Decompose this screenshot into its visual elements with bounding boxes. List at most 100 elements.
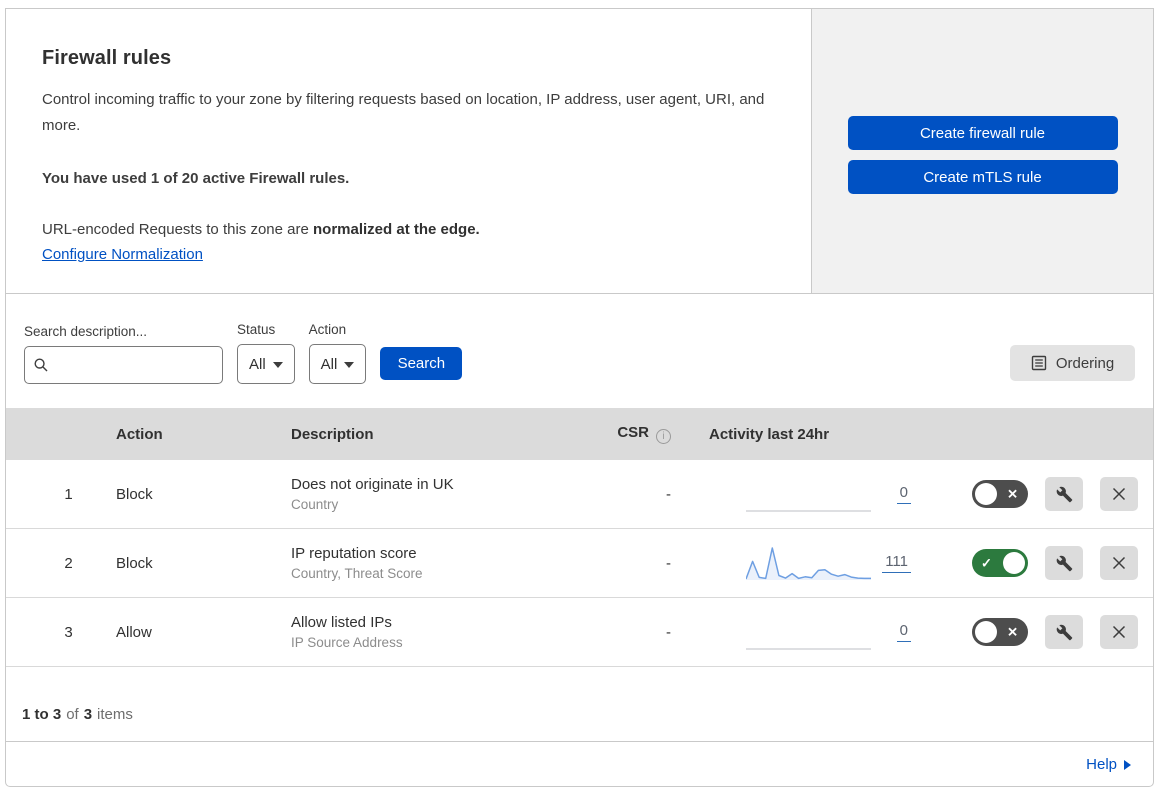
usage-summary: You have used 1 of 20 active Firewall ru…	[42, 170, 350, 187]
rule-activity-cell: 0	[671, 475, 911, 513]
rule-action: Block	[116, 554, 153, 572]
wrench-icon	[1056, 624, 1072, 640]
ordering-button[interactable]: Ordering	[1010, 345, 1135, 381]
csr-header-label: CSR	[617, 424, 649, 441]
info-icon[interactable]: i	[656, 429, 671, 444]
close-icon	[1112, 625, 1126, 639]
rule-controls: ✓ ✕	[911, 546, 1153, 580]
table-row: 3 Allow Allow listed IPs IP Source Addre…	[6, 598, 1153, 667]
ordering-button-label: Ordering	[1055, 354, 1115, 372]
header-section: Firewall rules Control incoming traffic …	[6, 9, 1153, 294]
action-select-value: All	[320, 355, 338, 373]
search-icon	[34, 358, 48, 372]
activity-column-header: Activity last 24hr	[709, 425, 830, 443]
x-mark-icon: ✕	[1007, 486, 1018, 502]
help-link[interactable]: Help	[1086, 756, 1131, 773]
rule-priority: 2	[64, 554, 73, 572]
chevron-down-icon	[272, 362, 283, 368]
rule-csr: -	[666, 554, 671, 572]
list-icon	[1031, 355, 1047, 371]
edit-rule-button[interactable]	[1045, 615, 1083, 649]
rule-csr: -	[666, 485, 671, 503]
close-icon	[1112, 556, 1126, 570]
rule-description: Does not originate in UK	[291, 476, 454, 493]
check-icon: ✓	[981, 555, 992, 571]
create-firewall-rule-button[interactable]: Create firewall rule	[847, 116, 1118, 150]
items-text: items	[97, 706, 133, 723]
normalization-note-bold: normalized at the edge.	[313, 221, 480, 238]
help-label: Help	[1086, 755, 1117, 773]
search-button[interactable]: Search	[380, 347, 463, 380]
action-filter-group: Action All	[308, 322, 367, 384]
activity-count-link[interactable]: 0	[896, 622, 911, 642]
rule-description: IP reputation score	[291, 545, 417, 562]
wrench-icon	[1056, 555, 1072, 571]
delete-rule-button[interactable]	[1100, 477, 1138, 511]
rule-csr: -	[666, 623, 671, 641]
chevron-down-icon	[344, 362, 355, 368]
rule-action: Block	[116, 485, 153, 503]
rule-description: Allow listed IPs	[291, 614, 392, 631]
wrench-icon	[1056, 486, 1072, 502]
normalization-note: URL-encoded Requests to this zone are no…	[42, 217, 765, 243]
activity-count-link[interactable]: 0	[896, 484, 911, 504]
rule-activity-cell: 0	[671, 613, 911, 651]
activity-sparkline	[746, 475, 871, 513]
rule-description-cell: Allow listed IPs IP Source Address	[281, 614, 601, 650]
rule-fields: Country	[291, 497, 339, 512]
status-select[interactable]: All	[237, 344, 295, 384]
toggle-knob	[975, 621, 997, 643]
help-footer: Help	[6, 742, 1153, 786]
x-mark-icon: ✕	[1007, 624, 1018, 640]
status-filter-group: Status All	[237, 322, 295, 384]
search-label: Search description...	[24, 324, 148, 339]
search-input[interactable]	[55, 356, 214, 374]
rule-priority: 3	[64, 623, 73, 641]
rule-description-cell: IP reputation score Country, Threat Scor…	[281, 545, 601, 581]
table-row: 2 Block IP reputation score Country, Thr…	[6, 529, 1153, 598]
status-label: Status	[237, 322, 276, 337]
action-label: Action	[308, 322, 347, 337]
csr-column-header: CSR i	[601, 424, 671, 444]
delete-rule-button[interactable]	[1100, 615, 1138, 649]
rule-fields: Country, Threat Score	[291, 566, 423, 581]
arrow-right-icon	[1124, 759, 1131, 770]
delete-rule-button[interactable]	[1100, 546, 1138, 580]
table-row: 1 Block Does not originate in UK Country…	[6, 460, 1153, 529]
pagination-summary: 1 to 3 of 3 items	[6, 667, 1153, 742]
activity-sparkline	[745, 544, 871, 582]
rule-description-cell: Does not originate in UK Country	[281, 476, 601, 512]
intro-panel: Firewall rules Control incoming traffic …	[6, 9, 812, 293]
action-select[interactable]: All	[308, 344, 367, 384]
configure-normalization-link[interactable]: Configure Normalization	[42, 246, 203, 263]
page-description: Control incoming traffic to your zone by…	[42, 91, 765, 134]
rule-fields: IP Source Address	[291, 635, 403, 650]
firewall-rules-card: Firewall rules Control incoming traffic …	[5, 8, 1154, 787]
table-header-row: Action Description CSR i Activity last 24…	[6, 408, 1153, 460]
rule-controls: ✓ ✕	[911, 477, 1153, 511]
rule-enabled-toggle[interactable]: ✓ ✕	[972, 618, 1028, 646]
edit-rule-button[interactable]	[1045, 477, 1083, 511]
normalization-note-text: URL-encoded Requests to this zone are	[42, 221, 313, 238]
search-box[interactable]	[24, 346, 223, 384]
create-mtls-rule-button[interactable]: Create mTLS rule	[847, 160, 1118, 194]
toggle-knob	[975, 483, 997, 505]
rule-enabled-toggle[interactable]: ✓ ✕	[972, 549, 1028, 577]
rule-priority: 1	[64, 485, 73, 503]
rule-action: Allow	[116, 623, 152, 641]
description-column-header: Description	[291, 425, 374, 443]
status-select-value: All	[249, 355, 266, 373]
activity-count-link[interactable]: 111	[882, 553, 911, 573]
range-text: 1 to 3	[22, 706, 62, 723]
action-column-header: Action	[116, 425, 163, 443]
rule-enabled-toggle[interactable]: ✓ ✕	[972, 480, 1028, 508]
total-count: 3	[83, 706, 93, 723]
actions-panel: Create firewall rule Create mTLS rule	[812, 9, 1153, 293]
activity-sparkline	[746, 613, 871, 651]
rules-table: Action Description CSR i Activity last 24…	[6, 408, 1153, 667]
toggle-knob	[1003, 552, 1025, 574]
edit-rule-button[interactable]	[1045, 546, 1083, 580]
search-group: Search description...	[24, 324, 223, 384]
rule-activity-cell: 111	[671, 544, 911, 582]
close-icon	[1112, 487, 1126, 501]
